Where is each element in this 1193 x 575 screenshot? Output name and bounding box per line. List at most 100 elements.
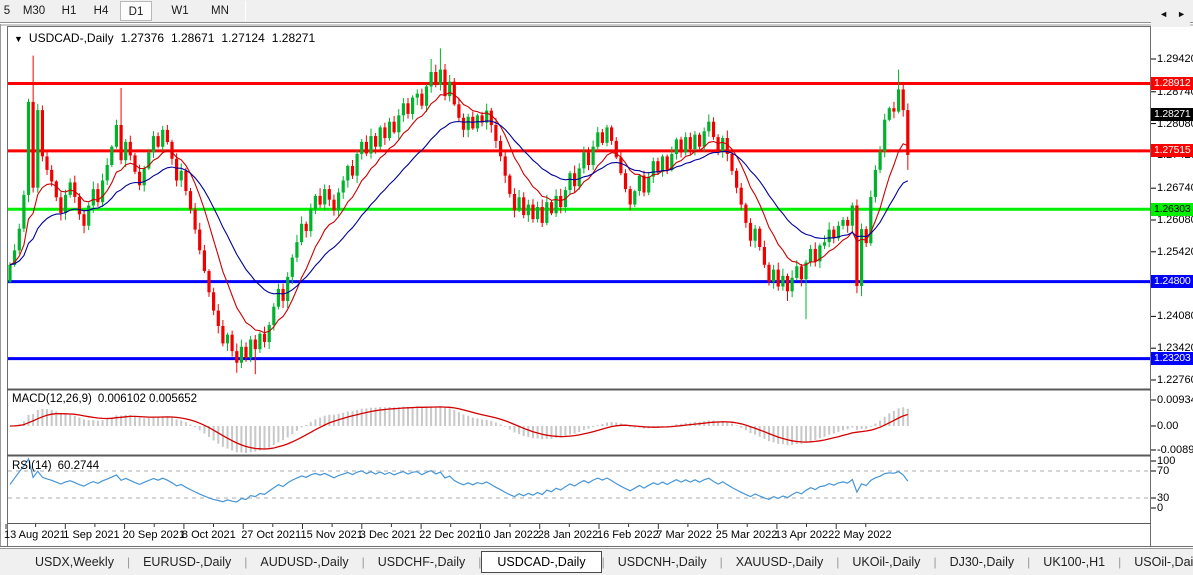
- rsi-label-row: RSI(14)60.2744: [12, 460, 99, 472]
- macd-bar: [180, 420, 182, 426]
- timeframe-button-w1[interactable]: W1: [164, 1, 196, 21]
- level-price-badge: 1.24800: [1151, 275, 1193, 288]
- chart-window: ▼USDCAD-,Daily1.273761.286711.271241.282…: [0, 24, 1193, 547]
- chart-plot-area[interactable]: [8, 50, 1150, 413]
- macd-bar: [14, 425, 16, 426]
- macd-bar: [481, 420, 483, 427]
- macd-label: MACD(12,26,9): [12, 393, 92, 405]
- macd-bar: [264, 426, 266, 449]
- time-axis-label: 2 May 2022: [834, 529, 891, 541]
- macd-bar: [208, 426, 210, 437]
- macd-bar: [518, 426, 520, 434]
- time-axis-label: 7 Mar 2022: [656, 529, 712, 541]
- macd-bar: [722, 421, 724, 426]
- price-axis-tick: 1.26740: [1157, 182, 1193, 194]
- macd-bar: [268, 426, 270, 448]
- tab-usdx-weekly[interactable]: USDX,Weekly: [22, 552, 127, 572]
- macd-bar: [500, 424, 502, 426]
- macd-bar: [713, 420, 715, 426]
- macd-bar: [490, 421, 492, 426]
- time-axis-label: 25 Mar 2022: [716, 529, 778, 541]
- chart-curve: [10, 407, 908, 449]
- macd-bar: [773, 426, 775, 442]
- tab-usoil-daily[interactable]: USOil-,Daily: [1121, 552, 1193, 572]
- scroll-right-icon[interactable]: ►: [1177, 9, 1186, 19]
- macd-bar: [564, 426, 566, 436]
- macd-bar: [514, 426, 516, 433]
- macd-bar: [837, 426, 839, 432]
- timeframe-button-mn[interactable]: MN: [202, 1, 238, 21]
- macd-bar: [597, 425, 599, 426]
- tab-eurusd-daily[interactable]: EURUSD-,Daily: [130, 552, 244, 572]
- macd-bar: [115, 415, 117, 426]
- macd-bar: [176, 419, 178, 426]
- macd-bar: [861, 426, 863, 429]
- macd-bar: [694, 422, 696, 426]
- macd-bar: [509, 426, 511, 430]
- macd-bar: [305, 425, 307, 426]
- macd-bar: [791, 426, 793, 445]
- macd-bar: [634, 426, 636, 428]
- macd-bar: [643, 426, 645, 429]
- tab-ukoil-daily[interactable]: UKOil-,Daily: [839, 552, 933, 572]
- macd-bar: [615, 422, 617, 426]
- macd-bar: [717, 421, 719, 426]
- macd-bar: [629, 426, 631, 427]
- macd-bar: [726, 422, 728, 426]
- macd-bar: [736, 425, 738, 426]
- macd-bar: [472, 418, 474, 426]
- macd-bar: [106, 419, 108, 426]
- macd-bar: [689, 423, 691, 426]
- macd-bar: [745, 426, 747, 430]
- macd-bar: [569, 426, 571, 435]
- macd-axis-tick: 0.00: [1157, 420, 1178, 432]
- macd-bar: [213, 426, 215, 440]
- time-axis-label: 3 Dec 2021: [360, 529, 416, 541]
- timeframe-button-5[interactable]: 5: [0, 1, 14, 21]
- macd-bar: [888, 413, 890, 426]
- tab-dj30-daily[interactable]: DJ30-,Daily: [937, 552, 1028, 572]
- macd-bar: [69, 415, 71, 426]
- tab-usdcad-daily[interactable]: USDCAD-,Daily: [481, 551, 601, 573]
- macd-bar: [55, 411, 57, 426]
- tab-uk100-h1[interactable]: UK100-,H1: [1030, 552, 1118, 572]
- macd-bar: [148, 418, 150, 426]
- timeframe-button-m30[interactable]: M30: [16, 1, 52, 21]
- macd-bar: [527, 426, 529, 437]
- tab-xauusd-daily[interactable]: XAUUSD-,Daily: [723, 552, 837, 572]
- dropdown-triangle-icon[interactable]: ▼: [14, 34, 23, 44]
- macd-bar: [259, 426, 261, 450]
- time-axis-label: 20 Sep 2021: [123, 529, 185, 541]
- macd-bar: [870, 426, 872, 427]
- timeframe-button-h4[interactable]: H4: [86, 1, 116, 21]
- timeframe-button-d1[interactable]: D1: [120, 1, 152, 21]
- macd-bar: [231, 426, 233, 451]
- macd-bar: [657, 426, 659, 427]
- timeframe-button-h1[interactable]: H1: [54, 1, 84, 21]
- ohlc-close: 1.28271: [272, 31, 315, 45]
- macd-bar: [134, 416, 136, 426]
- macd-bar: [555, 426, 557, 438]
- macd-bar: [254, 426, 256, 452]
- macd-bar: [680, 424, 682, 426]
- macd-bar: [495, 423, 497, 427]
- macd-bar: [88, 420, 90, 426]
- scroll-left-icon[interactable]: ◄: [1159, 9, 1168, 19]
- macd-bar: [847, 426, 849, 429]
- macd-bar: [685, 423, 687, 426]
- macd-bar: [754, 426, 756, 435]
- macd-bar: [763, 426, 765, 439]
- time-axis-label: 1 Sep 2021: [63, 529, 119, 541]
- macd-bar: [32, 414, 34, 426]
- macd-bar: [236, 426, 238, 452]
- macd-bar: [185, 422, 187, 426]
- macd-bar: [546, 426, 548, 439]
- macd-bar: [92, 420, 94, 426]
- macd-bar: [740, 426, 742, 428]
- tab-usdchf-daily[interactable]: USDCHF-,Daily: [365, 552, 479, 572]
- ohlc-low: 1.27124: [221, 31, 264, 45]
- macd-bar: [333, 415, 335, 426]
- tab-audusd-daily[interactable]: AUDUSD-,Daily: [247, 552, 361, 572]
- tab-usdcnh-daily[interactable]: USDCNH-,Daily: [605, 552, 720, 572]
- rsi-axis-tick: 70: [1157, 465, 1169, 477]
